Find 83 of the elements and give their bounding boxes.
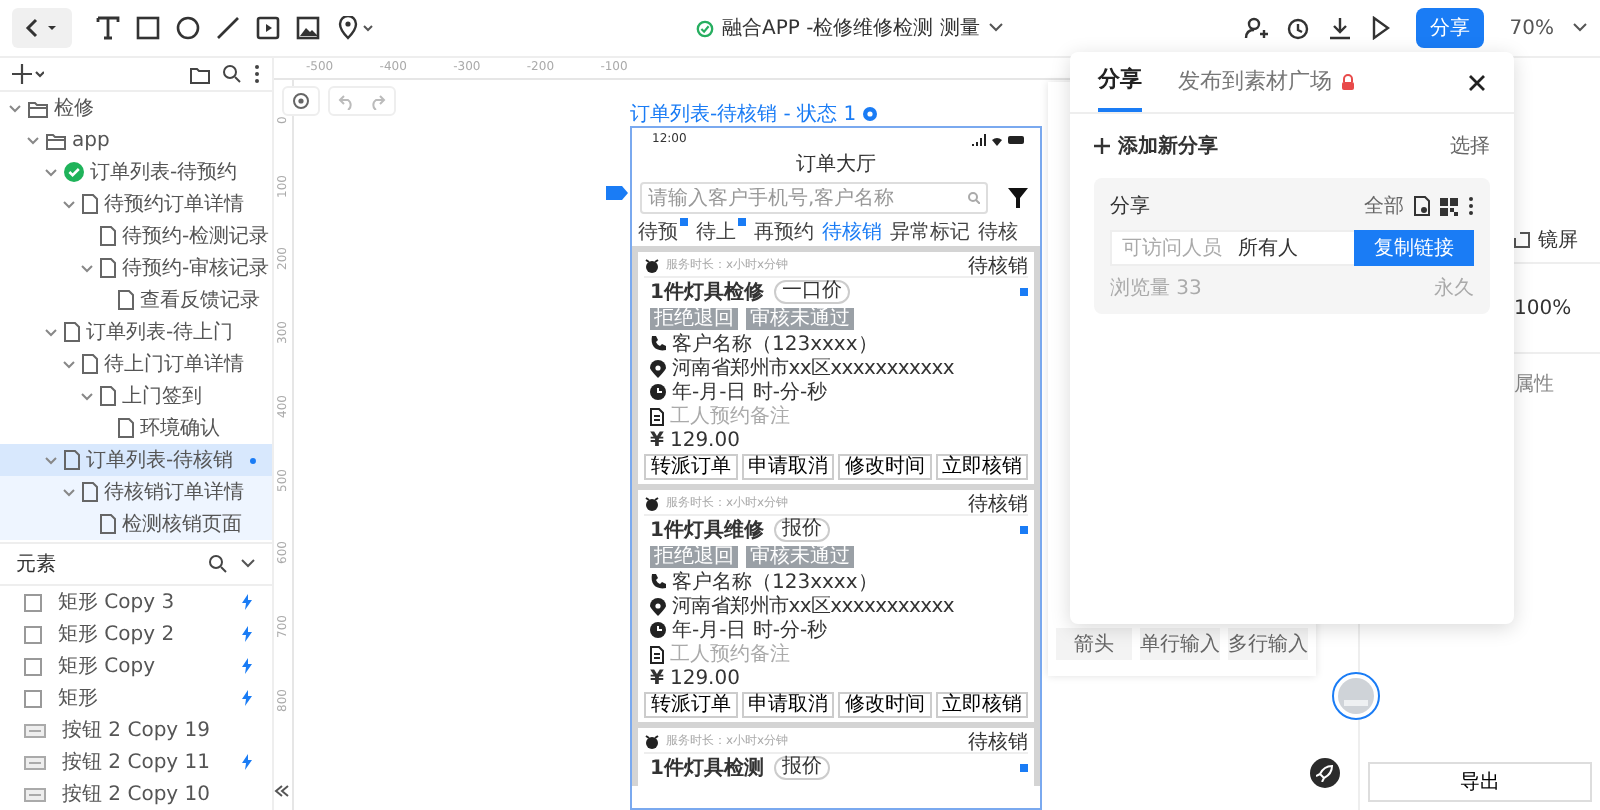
layer-item[interactable]: 待核销订单详情 [0, 476, 272, 508]
price-type-tag: 报价 [773, 518, 830, 542]
element-item[interactable]: 按钮 2 Copy 11 [0, 746, 272, 778]
order-title: 1件灯具维修 [650, 516, 764, 544]
price-type-tag: 一口价 [773, 280, 850, 304]
order-action-button[interactable]: 申请取消 [741, 454, 834, 480]
status-tag: 拒绝退回 [650, 546, 738, 568]
share-button[interactable]: 分享 [1415, 8, 1484, 48]
order-action-button[interactable]: 修改时间 [838, 454, 931, 480]
layer-item[interactable]: app [0, 124, 272, 156]
layer-item[interactable]: 环境确认 [0, 412, 272, 444]
tab[interactable]: 待核销 [822, 218, 882, 246]
order-detail: 年-月-日 时-分-秒 [672, 617, 828, 643]
order-detail: 工人预约备注 [670, 403, 790, 430]
document-title[interactable]: 融合APP -检修维修检测 测量 [722, 14, 980, 42]
export-button[interactable]: 导出 [1368, 762, 1592, 802]
add-share-button[interactable]: 添加新分享 [1094, 132, 1218, 160]
order-action-button[interactable]: 立即核销 [935, 454, 1028, 480]
element-item[interactable]: 按钮 2 Copy 19 [0, 714, 272, 746]
tab[interactable]: 待核 [978, 218, 1018, 246]
zoom-level[interactable]: 70% [1509, 17, 1554, 39]
layer-item[interactable]: 待预约订单详情 [0, 188, 272, 220]
dialog-tab[interactable]: 分享 [1098, 52, 1142, 112]
properties-label: 属性 [1514, 371, 1554, 398]
order-action-button[interactable]: 立即核销 [935, 692, 1028, 718]
component-tile[interactable]: 单行输入 [1140, 628, 1220, 660]
status-tag: 审核未通过 [746, 308, 854, 330]
status-tag: 拒绝退回 [650, 308, 738, 330]
access-field[interactable]: 可访问人员 所有人 [1110, 230, 1354, 266]
order-status: 待核销 [968, 253, 1028, 279]
order-action-button[interactable]: 转派订单 [644, 692, 737, 718]
layer-item[interactable]: 订单列表-待上门 [0, 316, 272, 348]
layer-item[interactable]: 查看反馈记录 [0, 284, 272, 316]
dialog-tab[interactable]: 发布到素材广场 [1178, 52, 1356, 112]
layer-item[interactable]: 待上门订单详情 [0, 348, 272, 380]
order-detail: 工人预约备注 [670, 641, 790, 668]
share-title: 分享 [1110, 193, 1150, 220]
layer-item[interactable]: 待预约-检测记录 [0, 220, 272, 252]
page-title: 订单大厅 [794, 151, 878, 180]
element-item[interactable]: 矩形 [0, 682, 272, 714]
order-detail: 129.00 [669, 429, 740, 451]
price-type-tag: 报价 [773, 756, 830, 780]
layer-item[interactable]: 上门签到 [0, 380, 272, 412]
order-detail: 河南省郑州市xx区xxxxxxxxxxx [672, 593, 954, 619]
layer-item[interactable]: 检修 [0, 92, 272, 124]
order-action-button[interactable]: 申请取消 [741, 692, 834, 718]
scope-dropdown[interactable]: 全部 [1364, 192, 1404, 220]
element-item[interactable]: 矩形 Copy 2 [0, 618, 272, 650]
select-link[interactable]: 选择 [1450, 132, 1490, 160]
tab[interactable]: 待预 [638, 218, 688, 246]
order-detail: 客户名称（123xxxx） [672, 569, 878, 595]
status-tag: 审核未通过 [746, 546, 854, 568]
component-tile[interactable]: 箭头 [1056, 628, 1132, 660]
tab[interactable]: 异常标记 [890, 218, 970, 246]
layer-item[interactable]: 检测核销页面 [0, 508, 272, 540]
order-detail: 客户名称（123xxxx） [672, 331, 878, 357]
component-tile[interactable]: 多行输入 [1228, 628, 1308, 660]
element-item[interactable]: 矩形 Copy 3 [0, 586, 272, 618]
frame-label: 订单列表-待核销 - 状态 1 [630, 101, 857, 128]
order-title: 1件灯具检测 [650, 755, 764, 782]
elements-title: 元素 [16, 551, 56, 578]
view-count: 浏览量 33 [1110, 275, 1202, 302]
order-action-button[interactable]: 修改时间 [838, 692, 931, 718]
element-item[interactable]: 按钮 2 Copy 10 [0, 778, 272, 810]
element-item[interactable]: 矩形 Copy [0, 650, 272, 682]
layer-item[interactable]: 订单列表-待预约 [0, 156, 272, 188]
order-title: 1件灯具检修 [650, 279, 764, 306]
mirror-label: 镜屏 [1538, 227, 1578, 254]
order-detail: 129.00 [669, 667, 740, 689]
order-status: 待核销 [968, 729, 1028, 755]
order-status: 待核销 [968, 491, 1028, 517]
order-detail: 河南省郑州市xx区xxxxxxxxxxx [672, 355, 954, 381]
currency-sign: ¥ [650, 667, 664, 689]
currency-sign: ¥ [650, 429, 664, 451]
order-detail: 年-月-日 时-分-秒 [672, 379, 828, 405]
opacity-value[interactable]: 100% [1514, 297, 1572, 319]
layer-item[interactable]: 订单列表-待核销 [0, 444, 272, 476]
tab[interactable]: 待上 [696, 218, 746, 246]
order-action-button[interactable]: 转派订单 [644, 454, 737, 480]
expiry-label: 永久 [1434, 275, 1474, 302]
layer-item[interactable]: 待预约-审核记录 [0, 252, 272, 284]
tab[interactable]: 再预约 [754, 218, 814, 246]
copy-link-button[interactable]: 复制链接 [1354, 230, 1474, 266]
